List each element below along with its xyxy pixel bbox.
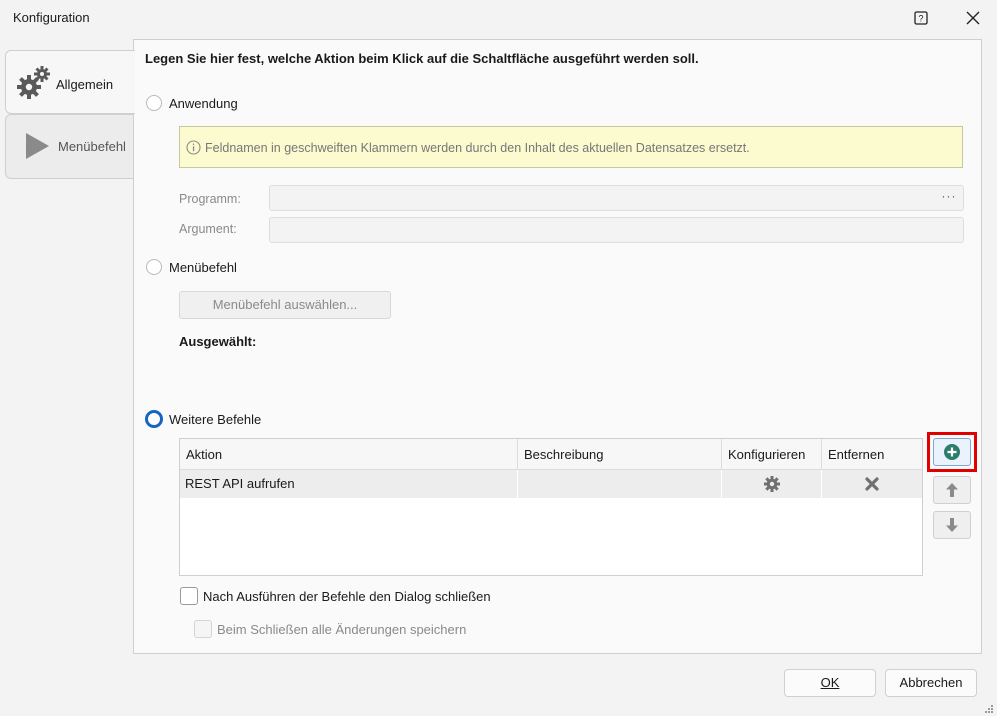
cell-beschreibung[interactable] xyxy=(518,470,722,498)
checkbox-close-dialog-label: Nach Ausführen der Befehle den Dialog sc… xyxy=(203,589,491,604)
argument-field[interactable] xyxy=(269,217,964,243)
help-icon: ? xyxy=(914,11,928,25)
close-button[interactable] xyxy=(958,5,988,31)
remove-button[interactable] xyxy=(822,470,922,498)
column-header-aktion[interactable]: Aktion xyxy=(180,439,518,470)
checkbox-save-changes[interactable] xyxy=(194,620,212,638)
programm-label: Programm: xyxy=(179,192,241,206)
move-up-button[interactable] xyxy=(933,476,971,504)
add-command-button[interactable] xyxy=(933,438,971,466)
info-icon xyxy=(186,140,201,155)
selected-label: Ausgewählt: xyxy=(179,334,257,349)
resize-grip-icon[interactable] xyxy=(984,704,994,714)
cell-aktion[interactable]: REST API aufrufen xyxy=(180,470,518,498)
column-header-entfernen[interactable]: Entfernen xyxy=(822,439,922,470)
arrow-down-icon xyxy=(946,518,958,532)
remove-icon xyxy=(865,477,879,491)
checkbox-close-dialog[interactable] xyxy=(180,587,198,605)
svg-text:?: ? xyxy=(918,14,923,24)
tab-allgemein[interactable]: Allgemein xyxy=(5,50,135,114)
tab-allgemein-label: Allgemein xyxy=(56,77,114,92)
menu-command-select-button[interactable]: Menübefehl auswählen... xyxy=(179,291,391,319)
radio-weitere-befehle[interactable] xyxy=(145,410,163,428)
window-title: Konfiguration xyxy=(13,10,90,25)
radio-anwendung-label: Anwendung xyxy=(169,96,238,111)
programm-field[interactable] xyxy=(269,185,964,211)
move-down-button[interactable] xyxy=(933,511,971,539)
title-bar xyxy=(0,0,997,36)
gear-icon xyxy=(763,476,780,492)
close-icon xyxy=(966,11,980,25)
column-header-beschreibung[interactable]: Beschreibung xyxy=(518,439,722,470)
tab-menuebefehl[interactable]: Menübefehl xyxy=(5,114,135,179)
help-button[interactable]: ? xyxy=(908,6,934,30)
page-heading: Legen Sie hier fest, welche Aktion beim … xyxy=(145,51,699,66)
radio-anwendung[interactable] xyxy=(146,95,162,111)
commands-table: Aktion Beschreibung Konfigurieren Entfer… xyxy=(179,438,923,576)
radio-menuebefehl-label: Menübefehl xyxy=(169,260,237,275)
play-icon xyxy=(26,133,49,159)
checkbox-save-changes-label: Beim Schließen alle Änderungen speichern xyxy=(217,622,467,637)
browse-button[interactable]: ··· xyxy=(938,189,960,205)
tab-menuebefehl-label: Menübefehl xyxy=(58,139,126,154)
configure-button[interactable] xyxy=(722,470,822,498)
ok-button[interactable]: OK xyxy=(784,669,876,697)
radio-menuebefehl[interactable] xyxy=(146,259,162,275)
arrow-up-icon xyxy=(946,483,958,497)
column-header-konfigurieren[interactable]: Konfigurieren xyxy=(722,439,822,470)
add-icon xyxy=(944,444,960,460)
gears-icon xyxy=(17,66,50,99)
radio-weitere-befehle-label: Weitere Befehle xyxy=(169,412,262,427)
cancel-button[interactable]: Abbrechen xyxy=(885,669,977,697)
argument-label: Argument: xyxy=(179,222,237,236)
info-text: Feldnamen in geschweiften Klammern werde… xyxy=(205,141,750,155)
